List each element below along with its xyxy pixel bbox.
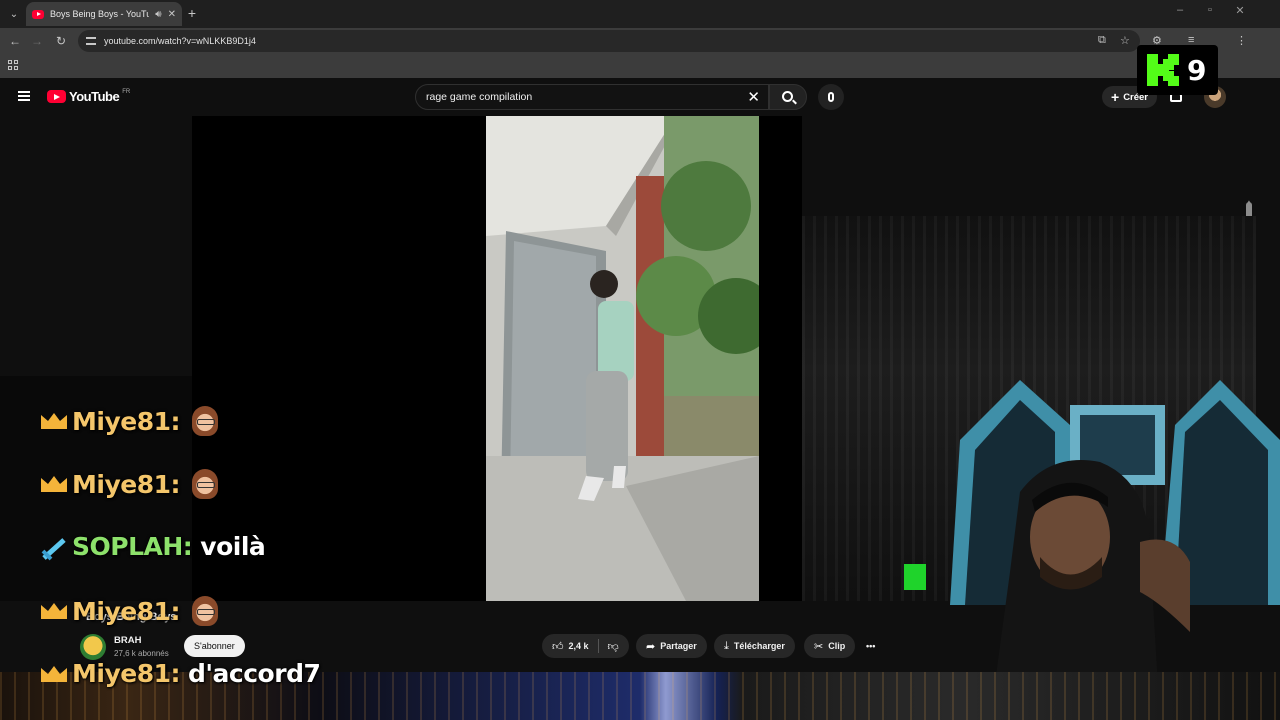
emote-icon <box>192 596 218 626</box>
screen: ⌄ Boys Being Boys - YouTube 🔊︎ ✕ + – ▫ ✕… <box>0 0 1280 720</box>
crown-badge-icon <box>40 411 68 431</box>
bookmarks-bar <box>0 54 1280 78</box>
clip-button[interactable]: ✂ Clip <box>804 634 856 658</box>
plus-icon: + <box>1111 89 1120 105</box>
browser-tab-active[interactable]: Boys Being Boys - YouTube 🔊︎ ✕ <box>26 2 182 26</box>
thumbs-up-icon: 👍︎ <box>552 640 564 653</box>
chat-username: Miye81: <box>72 469 181 499</box>
url-text: youtube.com/watch?v=wNLKKB9D1j4 <box>104 36 256 46</box>
share-button[interactable]: ➦ Partager <box>636 634 707 658</box>
browser-toolbar: ← → ↻ youtube.com/watch?v=wNLKKB9D1j4 ⧉ … <box>0 28 1280 54</box>
chat-text: voilà <box>200 532 266 561</box>
browser-tabbar: ⌄ Boys Being Boys - YouTube 🔊︎ ✕ + – ▫ ✕ <box>0 0 1280 28</box>
reload-icon[interactable]: ↻ <box>52 32 70 50</box>
chat-text: d'accord7 <box>188 659 321 688</box>
video-scene <box>486 116 759 601</box>
crown-badge-icon <box>40 664 68 684</box>
viewer-count-badge: 9 <box>1137 45 1218 95</box>
chat-message: SOPLAH: voilà <box>40 532 266 561</box>
video-player[interactable] <box>192 116 802 601</box>
region-code: FR <box>122 88 131 95</box>
green-alert-tag <box>904 564 926 590</box>
speaker-icon[interactable]: 🔊︎ <box>155 9 161 20</box>
bookmark-star-icon[interactable]: ☆ <box>1120 34 1130 47</box>
tab-search-dropdown[interactable]: ⌄ <box>4 4 24 24</box>
youtube-logo-text: YouTube <box>69 89 120 104</box>
search-query: rage game compilation <box>426 91 533 103</box>
chat-username: Miye81: <box>72 406 181 436</box>
microphone-icon <box>828 92 834 102</box>
new-tab-button[interactable]: + <box>184 4 200 22</box>
window-restore-button[interactable]: ▫ <box>1198 4 1222 16</box>
window-close-button[interactable]: ✕ <box>1228 4 1252 17</box>
chat-username: Miye81: <box>72 596 181 626</box>
voice-search-button[interactable] <box>818 84 844 110</box>
chat-username: Miye81: <box>72 659 181 688</box>
site-info-icon[interactable] <box>86 37 96 45</box>
clip-label: Clip <box>828 641 846 651</box>
download-button[interactable]: ⤓ Télécharger <box>714 634 795 658</box>
search-icon <box>781 90 793 102</box>
back-arrow-icon[interactable]: ← <box>6 32 24 50</box>
clear-search-icon[interactable]: ✕ <box>747 88 760 106</box>
chat-username: SOPLAH: <box>72 532 193 561</box>
video-frame[interactable] <box>486 116 759 601</box>
browser-menu-icon[interactable]: ⋮ <box>1236 34 1247 47</box>
emote-icon <box>192 469 218 499</box>
search-button[interactable] <box>769 84 807 110</box>
youtube-play-logo-icon <box>47 90 66 103</box>
more-actions-button[interactable]: ••• <box>860 634 881 658</box>
kick-logo-icon <box>1147 54 1179 86</box>
channel-name[interactable]: BRAH <box>114 635 141 646</box>
youtube-logo[interactable]: YouTube FR <box>47 89 130 104</box>
tab-title: Boys Being Boys - YouTube <box>50 9 150 19</box>
like-button[interactable]: 👍︎ 2,4 k 👎︎ <box>542 634 629 658</box>
hamburger-menu-icon[interactable] <box>18 91 30 101</box>
window-minimize-button[interactable]: – <box>1168 4 1192 16</box>
crown-badge-icon <box>40 601 68 621</box>
search-input[interactable]: rage game compilation ✕ <box>415 84 769 110</box>
download-label: Télécharger <box>733 641 785 651</box>
download-icon: ⤓ <box>724 639 729 652</box>
sword-badge-icon <box>40 537 68 560</box>
install-app-icon[interactable]: ⧉ <box>1098 34 1106 47</box>
emote-icon <box>192 406 218 436</box>
scissors-icon: ✂ <box>814 640 824 653</box>
subscriber-count: 27,6 k abonnés <box>114 649 169 658</box>
tab-close-icon[interactable]: ✕ <box>168 9 176 20</box>
viewer-count: 9 <box>1187 53 1207 87</box>
subscribe-button[interactable]: S'abonner <box>184 635 245 657</box>
share-arrow-icon: ➦ <box>646 640 656 653</box>
apps-grid-icon[interactable] <box>8 60 18 70</box>
thumbs-down-icon[interactable]: 👎︎ <box>608 640 619 653</box>
address-bar[interactable]: youtube.com/watch?v=wNLKKB9D1j4 <box>78 30 1140 52</box>
youtube-header: YouTube FR rage game compilation ✕ + Cré… <box>0 78 1256 116</box>
share-label: Partager <box>660 641 697 651</box>
chat-message: Miye81: <box>40 596 218 626</box>
chat-message: Miye81: <box>40 469 218 499</box>
channel-avatar[interactable] <box>80 634 106 660</box>
youtube-favicon-icon <box>32 9 44 19</box>
crown-badge-icon <box>40 474 68 494</box>
forward-arrow-icon[interactable]: → <box>28 32 46 50</box>
chat-message: Miye81: <box>40 406 218 436</box>
chat-message: Miye81: d'accord7 <box>40 659 321 688</box>
like-count: 2,4 k <box>568 641 589 651</box>
